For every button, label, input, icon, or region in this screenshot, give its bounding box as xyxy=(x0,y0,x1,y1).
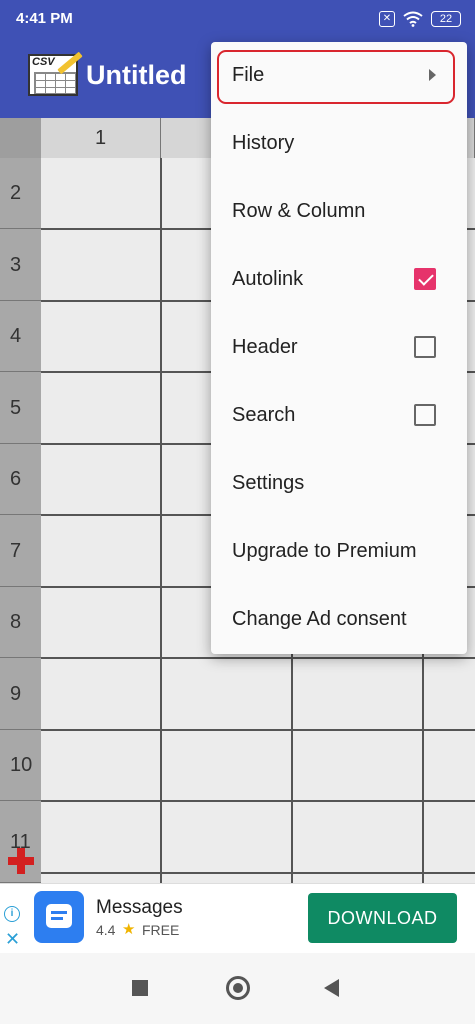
no-sim-icon: ✕ xyxy=(379,11,395,27)
row-header-4[interactable]: 4 xyxy=(0,301,41,372)
menu-item-label: Settings xyxy=(232,472,305,494)
app-screen: 4:41 PM ✕ 22 CSV Untitled 1 2 3 4 5 6 7 … xyxy=(0,0,475,1024)
menu-item-label: Upgrade to Premium xyxy=(232,540,417,562)
menu-item-label: History xyxy=(232,132,295,154)
menu-item-row-column[interactable]: Row & Column xyxy=(211,178,467,246)
menu-item-label: Search xyxy=(232,404,296,426)
wifi-icon xyxy=(403,11,423,27)
grid-corner xyxy=(0,118,41,158)
menu-item-label: Header xyxy=(232,336,298,358)
back-icon[interactable] xyxy=(324,979,339,997)
grid-line xyxy=(41,872,475,874)
grid-line xyxy=(41,657,475,659)
menu-item-search[interactable]: Search xyxy=(211,382,467,450)
ad-banner[interactable]: i ✕ Messages 4.4 ★ FREE DOWNLOAD xyxy=(0,883,475,954)
status-bar: 4:41 PM ✕ 22 xyxy=(0,0,475,38)
logo-grid xyxy=(34,72,76,94)
row-header-6[interactable]: 6 xyxy=(0,444,41,515)
battery-icon: 22 xyxy=(431,11,461,27)
row-header-5[interactable]: 5 xyxy=(0,372,41,444)
ad-rating: 4.4 xyxy=(96,922,116,938)
menu-item-ad-consent[interactable]: Change Ad consent xyxy=(211,586,467,654)
grid-line xyxy=(41,729,475,731)
menu-item-settings[interactable]: Settings xyxy=(211,450,467,518)
row-header-10[interactable]: 10 xyxy=(0,730,41,801)
grid-line xyxy=(160,158,162,883)
star-icon: ★ xyxy=(122,921,136,938)
menu-item-label: Autolink xyxy=(232,268,304,290)
row-header-8[interactable]: 8 xyxy=(0,587,41,658)
add-row-icon[interactable] xyxy=(6,846,36,876)
file-highlight-outline xyxy=(217,50,455,104)
menu-item-upgrade[interactable]: Upgrade to Premium xyxy=(211,518,467,586)
menu-item-header[interactable]: Header xyxy=(211,314,467,382)
pencil-icon xyxy=(57,51,83,75)
menu-item-autolink[interactable]: Autolink xyxy=(211,246,467,314)
search-checkbox[interactable] xyxy=(414,404,436,426)
header-checkbox[interactable] xyxy=(414,336,436,358)
recent-apps-icon[interactable] xyxy=(132,980,148,996)
messages-app-icon[interactable] xyxy=(34,891,84,943)
autolink-checkbox[interactable] xyxy=(414,268,436,290)
logo-text: CSV xyxy=(32,56,55,68)
navigation-bar xyxy=(0,953,475,1024)
chat-bubble-icon xyxy=(46,904,72,928)
row-header-3[interactable]: 3 xyxy=(0,229,41,301)
ad-info-icon[interactable]: i xyxy=(4,906,20,922)
ad-app-name[interactable]: Messages xyxy=(96,897,183,919)
grid-line xyxy=(41,800,475,802)
menu-item-label: Change Ad consent xyxy=(232,608,407,630)
csv-logo-icon: CSV xyxy=(28,51,83,96)
row-header-7[interactable]: 7 xyxy=(0,515,41,587)
download-button[interactable]: DOWNLOAD xyxy=(308,893,457,943)
row-header-2[interactable]: 2 xyxy=(0,158,41,229)
ad-close-icon[interactable]: ✕ xyxy=(5,929,20,950)
home-icon[interactable] xyxy=(226,976,250,1000)
menu-item-history[interactable]: History xyxy=(211,110,467,178)
column-header-1[interactable]: 1 xyxy=(41,118,161,158)
status-time: 4:41 PM xyxy=(16,10,73,27)
status-icons: ✕ 22 xyxy=(379,9,461,29)
ad-price: FREE xyxy=(142,922,180,938)
overflow-menu: File History Row & Column Autolink Heade… xyxy=(211,42,467,654)
document-title: Untitled xyxy=(86,60,187,90)
menu-item-label: Row & Column xyxy=(232,200,366,222)
row-header-9[interactable]: 9 xyxy=(0,658,41,730)
